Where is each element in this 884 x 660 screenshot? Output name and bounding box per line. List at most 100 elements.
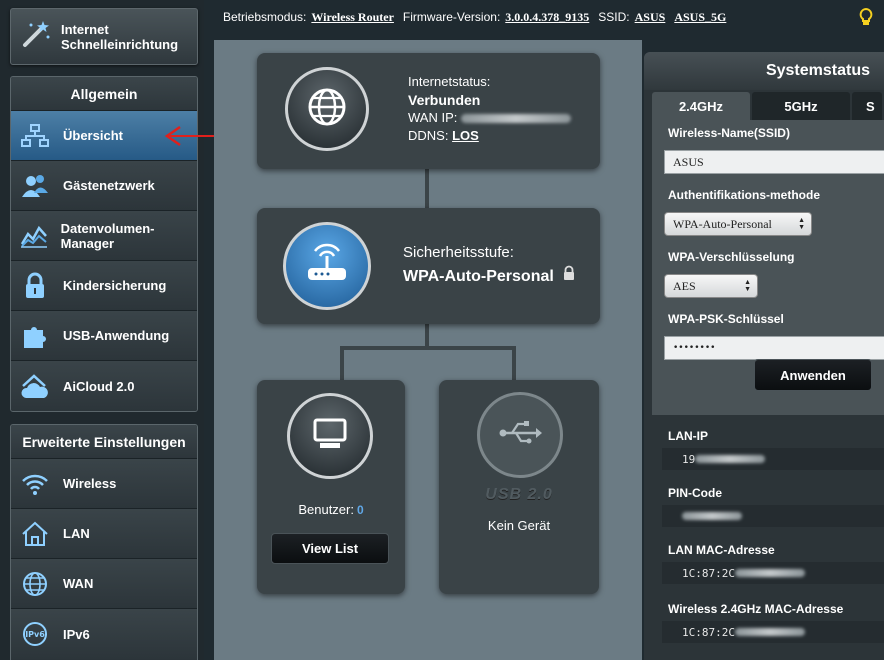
menu-item-parental-control[interactable]: Kindersicherung — [11, 261, 197, 311]
menu-label: LAN — [63, 526, 90, 541]
lan-mac-block: LAN MAC-Adresse 1C:87:2C — [652, 538, 884, 584]
clients-count[interactable]: 0 — [357, 503, 364, 517]
lan-mac-label: LAN MAC-Adresse — [668, 543, 775, 557]
tab-5ghz[interactable]: 5GHz — [752, 92, 850, 120]
router-security-card[interactable]: Sicherheitsstufe: WPA-Auto-Personal — [257, 208, 600, 324]
security-value: WPA-Auto-Personal — [403, 268, 554, 285]
connector-line — [425, 322, 429, 348]
band-tabs: 2.4GHz 5GHz S — [652, 92, 884, 120]
internet-info: Internetstatus: Verbunden WAN IP: DDNS: … — [408, 73, 571, 145]
guest-users-icon — [19, 170, 51, 202]
lan-ip-value: 19 — [682, 452, 696, 466]
firmware-link[interactable]: 3.0.0.4.378_9135 — [505, 10, 589, 25]
svg-text:IPv6: IPv6 — [25, 630, 45, 639]
lan-mac-row: 1C:87:2C — [662, 562, 884, 584]
lan-ip-row: 19 — [662, 448, 884, 470]
view-list-button[interactable]: View List — [271, 533, 389, 564]
wl-mac-row: 1C:87:2C — [662, 621, 884, 643]
auth-method-value: WPA-Auto-Personal — [673, 216, 772, 231]
ssid-link-5g[interactable]: ASUS_5G — [674, 10, 726, 25]
tab-2-4ghz[interactable]: 2.4GHz — [652, 92, 750, 120]
advanced-section: Erweiterte Einstellungen Wireless LAN WA… — [10, 424, 198, 660]
lan-ip-label: LAN-IP — [668, 429, 708, 443]
menu-label: AiCloud 2.0 — [63, 378, 135, 394]
usb-circle[interactable] — [477, 392, 563, 478]
wl-mac-block: Wireless 2.4GHz MAC-Adresse 1C:87:2C — [652, 597, 884, 643]
notification-bulb-icon[interactable] — [859, 7, 873, 29]
menu-item-traffic-manager[interactable]: Datenvolumen-Manager — [11, 211, 197, 261]
general-heading: Allgemein — [11, 77, 197, 111]
wan-ip-row: WAN IP: — [408, 109, 571, 127]
top-info-bar: Betriebsmodus: Wireless Router Firmware-… — [223, 7, 873, 29]
menu-label: USB-Anwendung — [63, 328, 170, 343]
clients-label: Benutzer: — [298, 502, 354, 517]
mode-label: Betriebsmodus: — [223, 10, 307, 24]
mode-link[interactable]: Wireless Router — [311, 10, 394, 25]
firmware-label: Firmware-Version: — [402, 10, 501, 24]
menu-item-guest-network[interactable]: Gästenetzwerk — [11, 161, 197, 211]
usb-status: Kein Gerät — [487, 518, 551, 533]
pin-code-block: PIN-Code — [652, 481, 884, 527]
encryption-value: AES — [673, 278, 696, 293]
quick-setup-label: Internet Schnelleinrichtung — [61, 21, 179, 52]
psk-input[interactable]: •••••••• — [664, 336, 884, 360]
ipv6-globe-icon: IPv6 — [19, 618, 51, 650]
house-icon — [19, 518, 51, 550]
menu-label: Übersicht — [63, 128, 123, 143]
monitor-icon — [312, 417, 348, 456]
clients-card[interactable]: Benutzer: 0 View List — [257, 380, 405, 594]
ddns-link[interactable]: LOS — [452, 128, 479, 143]
auth-method-label: Authentifikations-methode — [668, 188, 820, 202]
system-status-panel: Systemstatus 2.4GHz 5GHz S Wireless-Name… — [644, 52, 884, 660]
menu-item-wireless[interactable]: Wireless — [11, 459, 197, 509]
menu-label: IPv6 — [63, 626, 90, 642]
auth-method-select[interactable]: WPA-Auto-Personal ▲ ▼ — [664, 212, 812, 236]
menu-label: Gästenetzwerk — [63, 178, 155, 193]
system-status-title: Systemstatus — [644, 52, 884, 90]
sidebar: Internet Schnelleinrichtung Allgemein Üb… — [0, 0, 204, 660]
internet-status-label: Internetstatus: — [408, 74, 491, 89]
tab-status[interactable]: S — [852, 92, 882, 120]
menu-label: Datenvolumen-Manager — [60, 220, 155, 251]
connector-line — [512, 346, 516, 380]
traffic-chart-icon — [19, 220, 49, 252]
menu-item-ipv6[interactable]: IPv6 IPv6 — [11, 609, 197, 659]
lock-icon — [19, 270, 51, 302]
pin-code-row — [662, 505, 884, 527]
psk-label: WPA-PSK-Schlüssel — [668, 312, 784, 326]
wifi-icon — [19, 468, 51, 500]
connector-line — [425, 168, 429, 210]
lan-mac-redacted — [734, 569, 805, 577]
router-icon — [302, 242, 352, 291]
apply-button[interactable]: Anwenden — [754, 359, 872, 391]
network-map: Internetstatus: Verbunden WAN IP: DDNS: … — [214, 40, 642, 660]
globe-icon — [19, 568, 51, 600]
menu-label: Kindersicherung — [63, 278, 167, 293]
wl-mac-value: 1C:87:2C — [682, 625, 735, 639]
ssid-input[interactable]: ASUS — [664, 150, 884, 174]
internet-globe-circle[interactable] — [285, 67, 369, 151]
internet-status-card[interactable]: Internetstatus: Verbunden WAN IP: DDNS: … — [257, 53, 600, 169]
usb-symbol-icon — [498, 419, 542, 452]
connector-line — [340, 346, 344, 380]
globe-icon — [307, 87, 347, 132]
advanced-heading: Erweiterte Einstellungen — [11, 425, 197, 459]
ssid-link-24[interactable]: ASUS — [635, 10, 666, 25]
clients-circle[interactable] — [287, 393, 373, 479]
ssid-label: SSID: — [598, 10, 630, 24]
encryption-select[interactable]: AES ▲ ▼ — [664, 274, 758, 298]
padlock-icon — [562, 265, 576, 286]
usb-version-label: USB 2.0 — [485, 486, 553, 503]
ddns-label: DDNS: — [408, 128, 449, 143]
menu-item-aicloud[interactable]: AiCloud 2.0 — [11, 361, 197, 411]
usb-card[interactable]: USB 2.0 Kein Gerät — [439, 380, 599, 594]
wan-ip-label: WAN IP: — [408, 110, 458, 125]
wl-mac-redacted — [734, 628, 805, 636]
pin-code-redacted — [682, 512, 742, 520]
menu-item-wan[interactable]: WAN — [11, 559, 197, 609]
quick-setup-button[interactable]: Internet Schnelleinrichtung — [10, 8, 198, 65]
lan-ip-redacted — [695, 455, 766, 463]
router-circle[interactable] — [283, 222, 371, 310]
menu-item-usb-application[interactable]: USB-Anwendung — [11, 311, 197, 361]
menu-item-lan[interactable]: LAN — [11, 509, 197, 559]
